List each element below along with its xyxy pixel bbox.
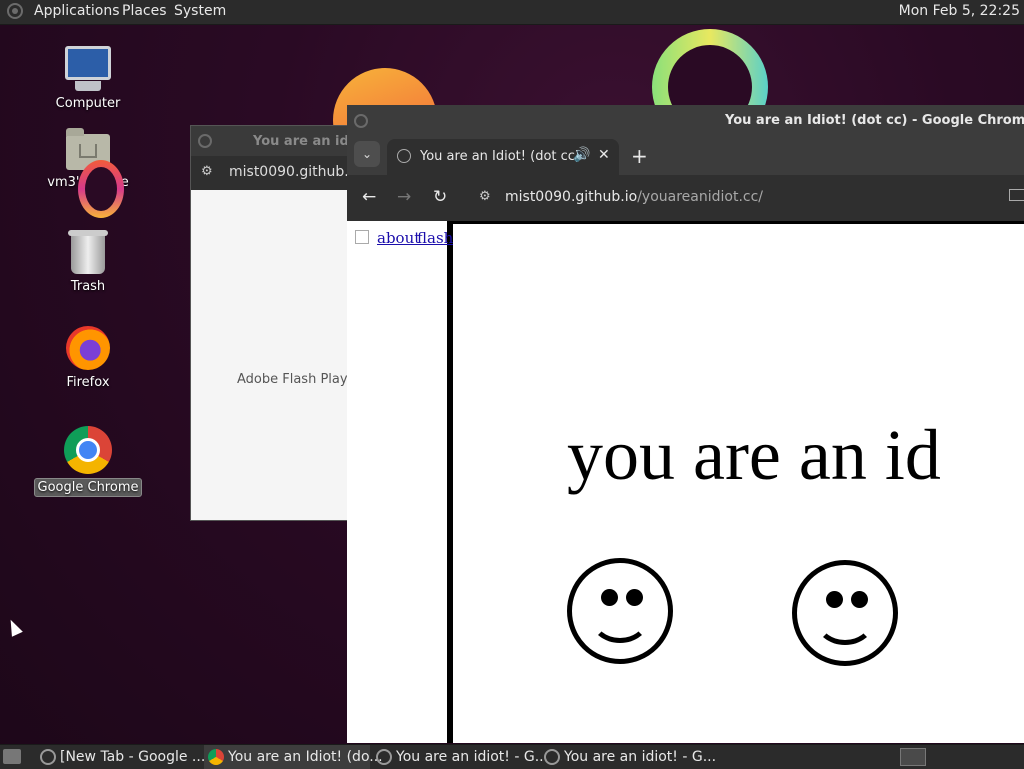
mouse-cursor-icon bbox=[5, 617, 23, 637]
left-frame: about flash bbox=[347, 221, 453, 743]
show-desktop-icon[interactable] bbox=[3, 749, 21, 764]
new-tab-button[interactable]: + bbox=[631, 144, 648, 168]
url-text: mist0090.github.io bbox=[229, 164, 362, 180]
desktop-icon-firefox[interactable]: Firefox bbox=[33, 326, 143, 391]
speaker-icon[interactable]: 🔊 bbox=[573, 147, 590, 163]
wallpaper-small-ring bbox=[78, 160, 124, 218]
chrome-window[interactable]: You are an Idiot! (dot cc) - Google Chro… bbox=[347, 105, 1024, 743]
menu-applications[interactable]: Applications bbox=[34, 3, 120, 19]
taskbar-item-you-are-an-idiot-2[interactable]: You are an idiot! - G... bbox=[540, 745, 716, 769]
chrome-icon bbox=[208, 749, 224, 765]
url-path: /youareanidiot.cc/ bbox=[637, 189, 764, 205]
tab-strip: ⌄ You are an Idiot! (dot cc) 🔊 ✕ + bbox=[347, 137, 1024, 175]
desktop-icon-google-chrome[interactable]: Google Chrome bbox=[33, 426, 143, 497]
taskbar-item-label: You are an idiot! - G... bbox=[564, 749, 717, 765]
globe-icon bbox=[397, 149, 411, 163]
smiley-mouth bbox=[815, 595, 875, 645]
smiley-mouth bbox=[590, 593, 650, 643]
window-menu-icon[interactable] bbox=[354, 114, 368, 128]
omnibox[interactable]: mist0090.github.io/youareanidiot.cc/ bbox=[505, 189, 763, 205]
desktop-icon-computer[interactable]: Computer bbox=[33, 46, 143, 112]
close-tab-icon[interactable]: ✕ bbox=[598, 147, 610, 163]
site-info-icon[interactable]: ⚙ bbox=[479, 189, 491, 204]
window-title: You are an Idiot! (dot cc) - Google Chro… bbox=[725, 113, 1024, 128]
globe-icon bbox=[376, 749, 392, 765]
tab-title: You are an Idiot! (dot cc) bbox=[420, 149, 580, 164]
menu-system[interactable]: System bbox=[174, 3, 226, 19]
firefox-icon bbox=[66, 326, 110, 370]
clock[interactable]: Mon Feb 5, 22:25 bbox=[899, 3, 1020, 19]
media-blocked-icon[interactable] bbox=[1009, 189, 1024, 201]
window-menu-icon[interactable] bbox=[198, 134, 212, 148]
taskbar-item-label: [New Tab - Google ... bbox=[60, 749, 206, 765]
reload-button[interactable]: ↻ bbox=[433, 187, 447, 207]
site-info-icon[interactable]: ⚙ bbox=[201, 164, 213, 179]
smiley-face-icon bbox=[792, 560, 898, 666]
desktop-icon-label: Firefox bbox=[66, 375, 110, 390]
taskbar-item-label: You are an Idiot! (do... bbox=[228, 749, 383, 765]
flash-player-message: Adobe Flash Playe bbox=[237, 372, 356, 387]
computer-icon bbox=[65, 46, 111, 91]
page-content: about flash you are an id bbox=[347, 221, 1024, 743]
desktop-icon-label: Trash bbox=[70, 279, 106, 294]
taskbar-item-label: You are an idiot! - G... bbox=[396, 749, 549, 765]
menu-places[interactable]: Places bbox=[122, 3, 167, 19]
url-domain: mist0090.github.io bbox=[505, 189, 638, 205]
desktop-icon-label: Google Chrome bbox=[33, 478, 143, 497]
taskbar-item-new-tab[interactable]: [New Tab - Google ... bbox=[36, 745, 205, 769]
trash-icon bbox=[68, 230, 108, 274]
tab-you-are-an-idiot[interactable]: You are an Idiot! (dot cc) 🔊 ✕ bbox=[387, 139, 619, 175]
smiley-face-icon bbox=[567, 558, 673, 664]
taskbar-item-chrome-active[interactable]: You are an Idiot! (do... bbox=[204, 745, 383, 769]
taskbar-item-you-are-an-idiot-1[interactable]: You are an idiot! - G... bbox=[372, 745, 548, 769]
forward-button[interactable]: → bbox=[397, 187, 411, 207]
tab-search-button[interactable]: ⌄ bbox=[354, 141, 380, 167]
chrome-icon bbox=[64, 426, 112, 474]
globe-icon bbox=[544, 749, 560, 765]
flash-link[interactable]: flash bbox=[417, 229, 453, 247]
page-headline: you are an id bbox=[567, 415, 941, 495]
workspace-switcher[interactable] bbox=[900, 748, 926, 766]
distro-logo-icon[interactable] bbox=[7, 3, 23, 19]
back-button[interactable]: ← bbox=[362, 187, 376, 207]
about-link[interactable]: about bbox=[377, 229, 420, 247]
top-panel: Applications Places System Mon Feb 5, 22… bbox=[0, 0, 1024, 25]
taskbar: [New Tab - Google ... You are an Idiot! … bbox=[0, 744, 1024, 769]
window-titlebar[interactable]: You are an Idiot! (dot cc) - Google Chro… bbox=[347, 105, 1024, 137]
desktop-icon-trash[interactable]: Trash bbox=[33, 228, 143, 295]
desktop-icon-label: Computer bbox=[55, 96, 121, 111]
broken-image-icon bbox=[355, 230, 369, 244]
globe-icon bbox=[40, 749, 56, 765]
browser-toolbar: ← → ↻ ⚙ mist0090.github.io/youareanidiot… bbox=[347, 175, 1024, 221]
main-frame: you are an id bbox=[453, 221, 1024, 743]
